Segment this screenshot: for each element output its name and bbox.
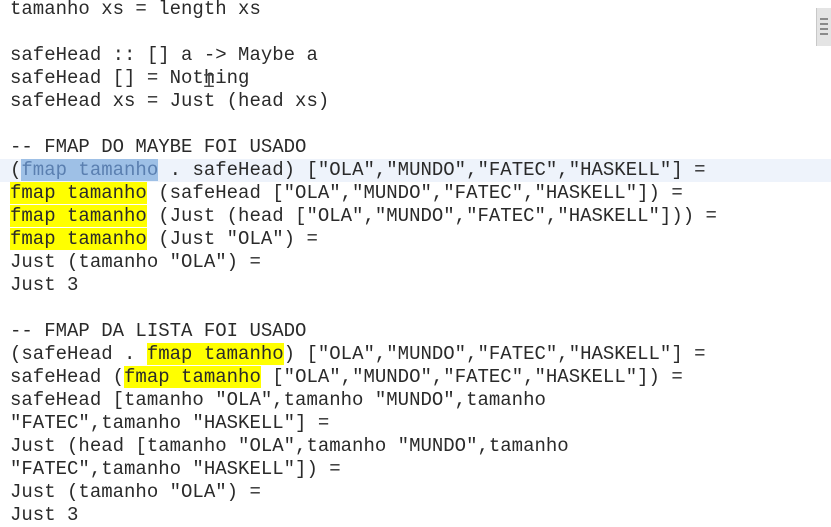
- code-line[interactable]: Just (tamanho "OLA") =: [10, 481, 831, 504]
- code-text: safeHead :: [] a -> Maybe a: [10, 44, 318, 66]
- code-text: (Just (head ["OLA","MUNDO","FATEC","HASK…: [146, 205, 717, 227]
- code-text: (safeHead .: [10, 343, 147, 365]
- code-text: (: [10, 159, 22, 181]
- code-line[interactable]: [10, 21, 831, 44]
- code-line[interactable]: safeHead (fmap tamanho ["OLA","MUNDO","F…: [10, 366, 831, 389]
- highlighted-text: fmap tamanho: [10, 228, 147, 250]
- grip-line: [820, 28, 828, 30]
- code-line[interactable]: safeHead :: [] a -> Maybe a: [10, 44, 831, 67]
- code-line[interactable]: Just (head [tamanho "OLA",tamanho "MUNDO…: [10, 435, 831, 458]
- code-text: "FATEC",tamanho "HASKELL"]) =: [10, 458, 341, 480]
- code-text: Just (tamanho "OLA") =: [10, 251, 261, 273]
- selected-text: fmap tamanho: [21, 159, 159, 181]
- i-beam-cursor-icon: Ɪ: [204, 71, 215, 92]
- code-line[interactable]: -- FMAP DO MAYBE FOI USADO: [10, 136, 831, 159]
- code-line[interactable]: "FATEC",tamanho "HASKELL"]) =: [10, 458, 831, 481]
- code-text: tamanho xs = length xs: [10, 0, 261, 20]
- code-line[interactable]: Just 3: [10, 274, 831, 297]
- code-text: (Just "OLA") =: [146, 228, 318, 250]
- code-line[interactable]: safeHead [tamanho "OLA",tamanho "MUNDO",…: [10, 389, 831, 412]
- code-text: safeHead [tamanho "OLA",tamanho "MUNDO",…: [10, 389, 546, 411]
- scrollbar-grip-icon[interactable]: [816, 8, 831, 46]
- code-line[interactable]: Just (tamanho "OLA") =: [10, 251, 831, 274]
- code-line[interactable]: fmap tamanho (Just (head ["OLA","MUNDO",…: [10, 205, 831, 228]
- code-text: Just (tamanho "OLA") =: [10, 481, 261, 503]
- grip-line: [820, 18, 828, 20]
- code-line[interactable]: safeHead xs = Just (head xs): [10, 90, 831, 113]
- code-line[interactable]: safeHead [] = Nothing: [10, 67, 831, 90]
- highlighted-text: fmap tamanho: [10, 182, 147, 204]
- code-text: ) ["OLA","MUNDO","FATEC","HASKELL"] =: [283, 343, 706, 365]
- code-line[interactable]: (safeHead . fmap tamanho) ["OLA","MUNDO"…: [10, 343, 831, 366]
- code-line[interactable]: [10, 297, 831, 320]
- highlighted-text: fmap tamanho: [146, 343, 284, 365]
- code-text: -- FMAP DO MAYBE FOI USADO: [10, 136, 307, 158]
- code-text: (safeHead ["OLA","MUNDO","FATEC","HASKEL…: [146, 182, 683, 204]
- code-line[interactable]: tamanho xs = length xs: [10, 0, 831, 21]
- highlighted-text: fmap tamanho: [10, 205, 147, 227]
- code-line[interactable]: fmap tamanho (Just "OLA") =: [10, 228, 831, 251]
- code-text: . safeHead) ["OLA","MUNDO","FATEC","HASK…: [158, 159, 706, 181]
- code-line[interactable]: -- FMAP DA LISTA FOI USADO: [10, 320, 831, 343]
- code-line[interactable]: [10, 113, 831, 136]
- grip-line: [820, 33, 828, 35]
- code-line[interactable]: "FATEC",tamanho "HASKELL"] =: [10, 412, 831, 435]
- code-text: Just 3: [10, 274, 79, 296]
- code-text: safeHead (: [10, 366, 125, 388]
- code-text: "FATEC",tamanho "HASKELL"] =: [10, 412, 330, 434]
- code-text: safeHead xs = Just (head xs): [10, 90, 330, 112]
- code-line[interactable]: (fmap tamanho . safeHead) ["OLA","MUNDO"…: [0, 159, 831, 182]
- code-text: Just (head [tamanho "OLA",tamanho "MUNDO…: [10, 435, 569, 457]
- highlighted-text: fmap tamanho: [124, 366, 261, 388]
- code-text: -- FMAP DA LISTA FOI USADO: [10, 320, 307, 342]
- code-line[interactable]: fmap tamanho (safeHead ["OLA","MUNDO","F…: [10, 182, 831, 205]
- grip-line: [820, 23, 828, 25]
- code-editor[interactable]: tamanho xs = length xssafeHead :: [] a -…: [0, 0, 831, 527]
- code-line[interactable]: Just 3: [10, 504, 831, 527]
- code-text: ["OLA","MUNDO","FATEC","HASKELL"]) =: [260, 366, 683, 388]
- code-text: Just 3: [10, 504, 79, 526]
